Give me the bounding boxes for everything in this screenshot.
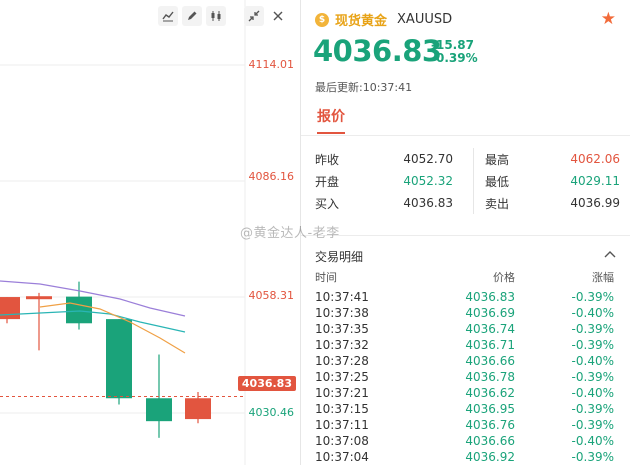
trade-price: 4036.83 xyxy=(465,290,515,304)
moving-average-line xyxy=(0,310,186,333)
last-updated-time: 10:37:41 xyxy=(362,81,413,94)
axis-price-label: 4030.46 xyxy=(248,406,295,419)
candle-body xyxy=(185,398,211,420)
axis-price-label: 4086.16 xyxy=(248,170,295,183)
tab-quote[interactable]: 报价 xyxy=(317,106,345,134)
trade-time: 10:37:08 xyxy=(315,434,369,448)
trade-change: -0.39% xyxy=(571,402,614,416)
table-row: 10:37:04 4036.92 -0.39% xyxy=(301,449,630,465)
trade-time: 10:37:28 xyxy=(315,354,369,368)
trade-time: 10:37:35 xyxy=(315,322,369,336)
trade-change: -0.39% xyxy=(571,370,614,384)
close-icon[interactable] xyxy=(268,6,288,26)
trade-price: 4036.92 xyxy=(465,450,515,464)
line-chart-icon[interactable] xyxy=(158,6,178,26)
trade-time: 10:37:11 xyxy=(315,418,369,432)
candle-body xyxy=(0,297,20,320)
trade-price: 4036.66 xyxy=(465,354,515,368)
trade-price: 4036.66 xyxy=(465,434,515,448)
trade-price: 4036.69 xyxy=(465,306,515,320)
favorite-star-icon[interactable]: ★ xyxy=(601,9,616,29)
candle-body xyxy=(146,398,172,422)
trade-change: -0.39% xyxy=(571,450,614,464)
pen-icon[interactable] xyxy=(182,6,202,26)
trade-price: 4036.76 xyxy=(465,418,515,432)
last-price: 4036.83 xyxy=(313,34,442,68)
stat-label: 卖出 xyxy=(485,196,510,211)
candle-body xyxy=(26,296,52,300)
trade-table-header: 时间 价格 涨幅 xyxy=(301,269,630,289)
table-row: 10:37:35 4036.74 -0.39% xyxy=(301,321,630,337)
stat-label: 昨收 xyxy=(315,152,340,167)
trade-price: 4036.71 xyxy=(465,338,515,352)
table-row: 10:37:41 4036.83 -0.39% xyxy=(301,289,630,305)
current-price-tag: 4036.83 xyxy=(237,376,296,391)
candle-body xyxy=(106,319,132,399)
trade-time: 10:37:25 xyxy=(315,370,369,384)
stat-value: 4062.06 xyxy=(570,152,620,166)
gold-coin-icon: $ xyxy=(315,12,329,27)
chart-toolbar xyxy=(158,6,288,28)
trade-change: -0.39% xyxy=(571,290,614,304)
trade-time: 10:37:04 xyxy=(315,450,369,464)
trade-time: 10:37:32 xyxy=(315,338,369,352)
trade-details: 交易明细 时间 价格 涨幅 10:37:41 4036.83 -0.39% 10:37… xyxy=(301,235,630,465)
trade-price: 4036.62 xyxy=(465,386,515,400)
quote-stats: 昨收 4052.70 最高 4062.06 开盘 4052.32 最低 4029… xyxy=(315,148,620,214)
trade-change: -0.39% xyxy=(571,418,614,432)
stat-row: 开盘 4052.32 最低 4029.11 xyxy=(315,170,620,192)
candle-body xyxy=(66,296,92,324)
trade-price: 4036.95 xyxy=(465,402,515,416)
stat-value: 4036.99 xyxy=(570,196,620,210)
table-row: 10:37:38 4036.69 -0.40% xyxy=(301,305,630,321)
stat-label: 买入 xyxy=(315,196,340,211)
table-row: 10:37:32 4036.71 -0.39% xyxy=(301,337,630,353)
trade-change: -0.40% xyxy=(571,306,614,320)
instrument-header: $ 现货黄金 XAUUSD xyxy=(315,10,452,29)
trade-table-body: 10:37:41 4036.83 -0.39% 10:37:38 4036.69 -0.4… xyxy=(301,289,630,465)
trade-time: 10:37:41 xyxy=(315,290,369,304)
trade-time: 10:37:15 xyxy=(315,402,369,416)
trade-price: 4036.74 xyxy=(465,322,515,336)
stat-value: 4029.11 xyxy=(570,174,620,188)
table-row: 10:37:08 4036.66 -0.40% xyxy=(301,433,630,449)
quote-panel: $ 现货黄金 XAUUSD ★ 4036.83 -15.87 -0.39% 最后… xyxy=(301,0,630,465)
stat-value: 4036.83 xyxy=(403,196,453,210)
header-change: 涨幅 xyxy=(592,271,614,284)
axis-price-label: 4114.01 xyxy=(248,58,295,71)
stat-row: 买入 4036.83 卖出 4036.99 xyxy=(315,192,620,214)
trade-change: -0.39% xyxy=(571,338,614,352)
header-price: 价格 xyxy=(493,271,515,284)
table-row: 10:37:28 4036.66 -0.40% xyxy=(301,353,630,369)
stat-row: 昨收 4052.70 最高 4062.06 xyxy=(315,148,620,170)
trade-time: 10:37:21 xyxy=(315,386,369,400)
price-change: -15.87 -0.39% xyxy=(431,39,478,65)
table-row: 10:37:21 4036.62 -0.40% xyxy=(301,385,630,401)
change-percent: -0.39% xyxy=(431,51,478,65)
stat-value: 4052.32 xyxy=(403,174,453,188)
trade-change: -0.39% xyxy=(571,322,614,336)
trade-change: -0.40% xyxy=(571,354,614,368)
header-time: 时间 xyxy=(315,271,337,284)
candlestick-icon[interactable] xyxy=(206,6,226,26)
compress-icon[interactable] xyxy=(244,6,264,26)
watermark: @黄金达人-老李 xyxy=(240,226,340,241)
last-updated: 最后更新:10:37:41 xyxy=(315,79,412,95)
quote-tabs: 报价 xyxy=(301,100,630,136)
trade-price: 4036.78 xyxy=(465,370,515,384)
stat-value: 4052.70 xyxy=(403,152,453,166)
trade-time: 10:37:38 xyxy=(315,306,369,320)
last-updated-label: 最后更新: xyxy=(315,81,363,94)
table-row: 10:37:25 4036.78 -0.39% xyxy=(301,369,630,385)
trade-change: -0.40% xyxy=(571,434,614,448)
stat-label: 最高 xyxy=(485,152,510,167)
table-row: 10:37:11 4036.76 -0.39% xyxy=(301,417,630,433)
stat-label: 开盘 xyxy=(315,174,340,189)
stat-label: 最低 xyxy=(485,174,510,189)
axis-price-label: 4058.31 xyxy=(248,289,295,302)
instrument-name: 现货黄金 xyxy=(335,14,388,29)
trade-change: -0.40% xyxy=(571,386,614,400)
instrument-symbol: XAUUSD xyxy=(397,12,453,27)
table-row: 10:37:15 4036.95 -0.39% xyxy=(301,401,630,417)
